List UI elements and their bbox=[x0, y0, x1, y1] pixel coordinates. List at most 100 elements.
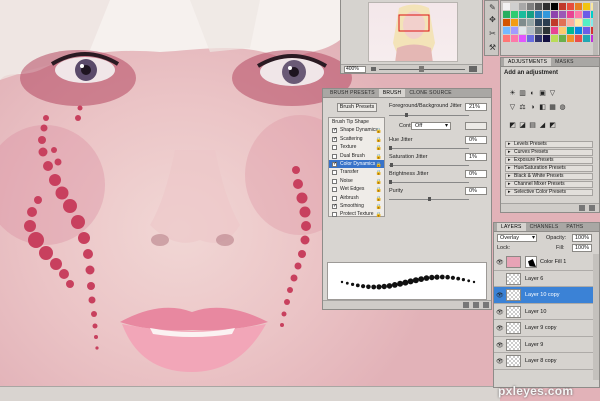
color-swatch[interactable] bbox=[551, 35, 558, 42]
preset-item[interactable]: Channel Mixer Presets bbox=[505, 181, 593, 188]
color-swatch[interactable] bbox=[567, 19, 574, 26]
color-swatch[interactable] bbox=[527, 3, 534, 10]
adjustment-icon[interactable]: ▣ bbox=[539, 90, 546, 97]
brush-setting-item[interactable]: 🔒 Protect Texture bbox=[329, 210, 384, 218]
brightness-jitter-value[interactable]: 0% bbox=[465, 170, 487, 178]
tab-masks[interactable]: MASKS bbox=[551, 58, 578, 66]
layer-row[interactable]: 👁 Layer 8 copy bbox=[494, 353, 599, 370]
saturation-jitter-value[interactable]: 1% bbox=[465, 153, 487, 161]
preset-item[interactable]: Black & White Presets bbox=[505, 173, 593, 180]
brush-icon[interactable]: ✎ bbox=[488, 3, 497, 12]
color-swatch[interactable] bbox=[559, 35, 566, 42]
color-swatch[interactable] bbox=[559, 19, 566, 26]
color-swatch[interactable] bbox=[567, 27, 574, 34]
toggle-preview-icon[interactable] bbox=[463, 302, 469, 308]
color-swatch[interactable] bbox=[511, 27, 518, 34]
color-swatch[interactable] bbox=[535, 27, 542, 34]
purity-handle[interactable] bbox=[427, 197, 431, 201]
hue-jitter-value[interactable]: 0% bbox=[465, 136, 487, 144]
visibility-eye-icon[interactable]: 👁 bbox=[496, 342, 504, 349]
lock-icon[interactable]: 🔒 bbox=[376, 211, 382, 219]
color-swatch[interactable] bbox=[543, 35, 550, 42]
color-swatch[interactable] bbox=[543, 3, 550, 10]
preset-item[interactable]: Exposure Presets bbox=[505, 157, 593, 164]
layer-row[interactable]: Layer 6 bbox=[494, 270, 599, 287]
adjustment-icon[interactable]: ◧ bbox=[539, 104, 546, 111]
adjustment-icon[interactable]: ◩ bbox=[549, 122, 556, 129]
color-swatch[interactable] bbox=[527, 27, 534, 34]
color-swatch[interactable] bbox=[575, 35, 582, 42]
adjustment-icon[interactable]: ▥ bbox=[519, 90, 526, 97]
visibility-eye-icon[interactable]: 👁 bbox=[496, 358, 504, 365]
color-swatch[interactable] bbox=[503, 27, 510, 34]
checkbox-icon[interactable] bbox=[332, 170, 337, 176]
layer-mask-thumbnail[interactable] bbox=[525, 256, 537, 268]
color-swatch[interactable] bbox=[575, 3, 582, 10]
adjustment-icon[interactable]: ◑ bbox=[529, 104, 536, 111]
brush-setting-item[interactable]: 🔒 Wet Edges bbox=[329, 185, 384, 193]
visibility-eye-icon[interactable]: 👁 bbox=[496, 259, 504, 266]
fill-field[interactable]: 100% bbox=[572, 244, 592, 252]
color-swatch[interactable] bbox=[535, 35, 542, 42]
checkbox-icon[interactable] bbox=[332, 187, 337, 193]
adjustment-icon[interactable]: ◍ bbox=[559, 104, 566, 111]
tab-layers[interactable]: LAYERS bbox=[497, 223, 526, 231]
checkbox-icon[interactable] bbox=[332, 145, 337, 151]
navigator-preview[interactable] bbox=[368, 2, 458, 62]
layer-row[interactable]: 👁 Layer 9 bbox=[494, 336, 599, 353]
hue-jitter-handle[interactable] bbox=[389, 146, 392, 150]
color-swatch[interactable] bbox=[503, 3, 510, 10]
brush-setting-item[interactable]: ✓ 🔒 Color Dynamics bbox=[329, 159, 384, 169]
navigator-zoom-field[interactable]: 400% bbox=[344, 66, 366, 73]
color-swatch[interactable] bbox=[567, 35, 574, 42]
tab-paths[interactable]: PATHS bbox=[562, 223, 587, 231]
checkbox-icon[interactable] bbox=[332, 153, 337, 159]
adjustment-icon[interactable]: ▤ bbox=[529, 122, 536, 129]
color-swatch[interactable] bbox=[543, 27, 550, 34]
adjustment-icon[interactable]: ◐ bbox=[529, 90, 536, 97]
tab-adjustments[interactable]: ADJUSTMENTS bbox=[504, 58, 552, 66]
saturation-jitter-slider[interactable] bbox=[389, 163, 469, 167]
color-swatch[interactable] bbox=[519, 19, 526, 26]
adjustment-icon[interactable]: ◩ bbox=[509, 122, 516, 129]
blend-mode-select[interactable]: Overlay bbox=[497, 234, 537, 242]
fg-bg-jitter-handle[interactable] bbox=[405, 113, 409, 117]
color-swatch[interactable] bbox=[527, 35, 534, 42]
fg-bg-jitter-slider[interactable] bbox=[389, 113, 469, 117]
color-swatch[interactable] bbox=[567, 11, 574, 18]
color-swatch[interactable] bbox=[511, 11, 518, 18]
visibility-eye-icon[interactable]: 👁 bbox=[496, 325, 504, 332]
color-swatch[interactable] bbox=[535, 19, 542, 26]
color-swatch[interactable] bbox=[527, 11, 534, 18]
layer-row[interactable]: 👁 Layer 10 copy bbox=[494, 287, 599, 304]
layer-row[interactable]: 👁 Color Fill 1 bbox=[494, 254, 599, 271]
color-swatch[interactable] bbox=[543, 19, 550, 26]
zoom-out-icon[interactable] bbox=[371, 67, 376, 71]
preset-item[interactable]: Levels Presets bbox=[505, 141, 593, 148]
color-swatch[interactable] bbox=[511, 19, 518, 26]
brush-setting-item[interactable]: 🔒 Texture bbox=[329, 143, 384, 151]
color-swatch[interactable] bbox=[583, 3, 590, 10]
brush-setting-item[interactable]: ✓ 🔒 Smoothing bbox=[329, 202, 384, 210]
clip-icon[interactable] bbox=[589, 205, 595, 211]
color-swatch[interactable] bbox=[583, 19, 590, 26]
adjustment-icon[interactable]: ☀ bbox=[509, 90, 516, 97]
checkbox-icon[interactable]: ✓ bbox=[332, 203, 337, 209]
color-swatch[interactable] bbox=[519, 3, 526, 10]
purity-value[interactable]: 0% bbox=[465, 187, 487, 195]
color-swatch[interactable] bbox=[559, 11, 566, 18]
saturation-jitter-handle[interactable] bbox=[389, 163, 393, 167]
brush-setting-item[interactable]: 🔒 Transfer bbox=[329, 168, 384, 176]
color-swatch[interactable] bbox=[503, 35, 510, 42]
brush-setting-item[interactable]: 🔒 Noise bbox=[329, 177, 384, 185]
color-swatch[interactable] bbox=[519, 11, 526, 18]
color-swatch[interactable] bbox=[535, 3, 542, 10]
checkbox-icon[interactable] bbox=[332, 178, 337, 184]
color-swatch[interactable] bbox=[535, 11, 542, 18]
control-select[interactable]: Off bbox=[411, 122, 451, 130]
color-swatch[interactable] bbox=[559, 3, 566, 10]
purity-slider[interactable] bbox=[389, 197, 469, 201]
visibility-eye-icon[interactable]: 👁 bbox=[496, 292, 504, 299]
adjustment-icon[interactable]: ▦ bbox=[549, 104, 556, 111]
brush-setting-item[interactable]: ✓ 🔒 Shape Dynamics bbox=[329, 126, 384, 134]
